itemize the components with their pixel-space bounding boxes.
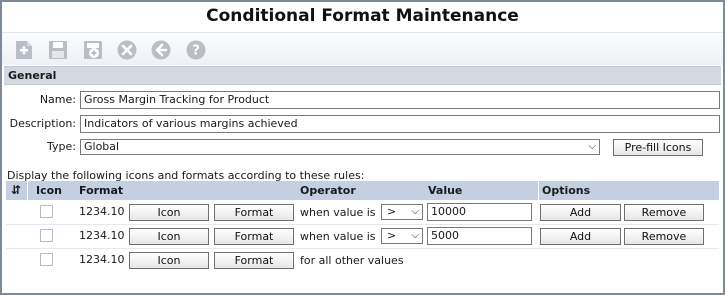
general-section-header: General <box>4 66 721 85</box>
prefill-icons-button[interactable]: Pre-fill Icons <box>613 139 703 156</box>
save-as-new-icon[interactable] <box>81 38 105 62</box>
operator-select[interactable]: > ⌵ <box>381 228 423 244</box>
header-operator: Operator <box>300 184 356 197</box>
condition-text: for all other values <box>300 254 404 267</box>
delete-icon[interactable] <box>115 38 139 62</box>
type-select[interactable]: Global ⌵ <box>80 139 600 155</box>
help-icon[interactable]: ? <box>184 38 208 62</box>
row-divider <box>6 224 719 225</box>
operator-value: > <box>387 229 397 242</box>
row-checkbox[interactable] <box>40 229 53 242</box>
value-field[interactable]: 10000 <box>427 203 532 221</box>
remove-button[interactable]: Remove <box>624 204 704 221</box>
add-icon[interactable] <box>12 38 36 62</box>
name-label: Name: <box>39 93 76 106</box>
name-field[interactable]: Gross Margin Tracking for Product <box>80 91 720 109</box>
chevron-down-icon: ⌵ <box>411 206 419 217</box>
back-icon[interactable] <box>149 38 173 62</box>
condition-text: when value is <box>300 206 376 219</box>
header-divider <box>27 181 28 200</box>
conditional-format-window: Conditional Format Maintenance ? General… <box>0 0 725 295</box>
type-label: Type: <box>47 140 76 153</box>
description-field[interactable]: Indicators of various margins achieved <box>80 115 720 133</box>
sort-icon[interactable]: ⇵ <box>11 181 21 200</box>
save-icon[interactable] <box>46 38 70 62</box>
svg-text:?: ? <box>192 44 200 59</box>
description-label: Description: <box>9 117 76 130</box>
type-select-value: Global <box>84 140 120 153</box>
icon-button[interactable]: Icon <box>129 204 209 221</box>
header-value: Value <box>428 184 463 197</box>
condition-text: when value is <box>300 230 376 243</box>
operator-value: > <box>387 205 397 218</box>
row-divider <box>6 248 719 249</box>
operator-select[interactable]: > ⌵ <box>381 204 423 220</box>
icon-button[interactable]: Icon <box>129 252 209 269</box>
format-sample: 1234.10 <box>79 205 125 218</box>
header-icon: Icon <box>36 184 63 197</box>
row-checkbox[interactable] <box>40 253 53 266</box>
format-button[interactable]: Format <box>214 204 294 221</box>
format-button[interactable]: Format <box>214 252 294 269</box>
add-button[interactable]: Add <box>540 228 621 245</box>
row-checkbox[interactable] <box>40 205 53 218</box>
header-format: Format <box>79 184 124 197</box>
header-options: Options <box>542 184 591 197</box>
rules-grid-header: ⇵ Icon Format Operator Value Options <box>6 181 719 200</box>
format-button[interactable]: Format <box>214 228 294 245</box>
chevron-down-icon: ⌵ <box>411 230 419 241</box>
page-title: Conditional Format Maintenance <box>206 6 519 26</box>
remove-button[interactable]: Remove <box>624 228 704 245</box>
toolbar: ? <box>2 32 723 65</box>
format-sample: 1234.10 <box>79 229 125 242</box>
header-divider <box>538 181 539 200</box>
icon-button[interactable]: Icon <box>129 228 209 245</box>
value-field[interactable]: 5000 <box>427 227 532 245</box>
chevron-down-icon: ⌵ <box>588 141 596 152</box>
add-button[interactable]: Add <box>540 204 621 221</box>
format-sample: 1234.10 <box>79 253 125 266</box>
